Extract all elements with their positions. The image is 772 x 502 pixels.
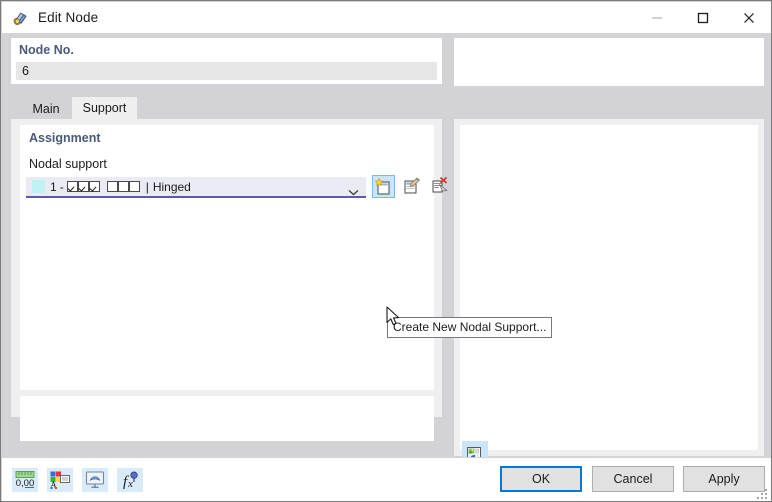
minimize-button[interactable] [634, 2, 680, 33]
support-number: 1 [50, 179, 57, 194]
dialog-body: Node No. Main Support Assignment Nodal s… [2, 33, 771, 467]
support-tab-panel: Assignment Nodal support 1 - | Hinged Cr… [11, 119, 553, 441]
view-settings-button[interactable] [82, 468, 108, 492]
ok-button[interactable]: OK [500, 466, 582, 492]
support-dof-translation [66, 181, 100, 192]
delete-nodal-support-button[interactable] [428, 175, 451, 198]
tab-main-label: Main [32, 102, 60, 116]
close-icon [744, 12, 754, 23]
tab-support-label: Support [82, 101, 127, 115]
checkbox-phiz [128, 181, 140, 192]
new-document-star-icon [375, 178, 390, 195]
cancel-button[interactable]: Cancel [592, 466, 674, 492]
checkbox-phix [106, 181, 118, 192]
delete-document-x-icon [432, 176, 448, 193]
window-controls [634, 2, 771, 33]
node-no-group: Node No. [11, 38, 442, 84]
right-top-panel [454, 38, 764, 86]
support-dof-rotation [106, 181, 140, 192]
node-no-input[interactable] [16, 62, 437, 80]
nodal-support-selected-value: 1 - | Hinged [50, 180, 191, 194]
create-new-nodal-support-button[interactable] [372, 175, 395, 198]
dialog-footer: 0,00 A f x OK Cancel Apply [2, 457, 771, 501]
tooltip-create-new-nodal-support: Create New Nodal Support... [387, 317, 553, 338]
resize-grip[interactable] [757, 489, 769, 501]
display-properties-icon: A [50, 471, 70, 490]
title-bar: Edit Node [2, 2, 771, 33]
node-icon [11, 9, 29, 27]
maximize-icon [697, 12, 709, 23]
support-separator: - [59, 179, 64, 194]
chevron-down-icon[interactable] [348, 183, 359, 201]
view-settings-icon [85, 471, 105, 488]
assignment-group: Assignment Nodal support 1 - | Hinged Cr… [20, 125, 553, 390]
preview-canvas [460, 125, 758, 450]
formula-editor-icon: f x [123, 471, 138, 490]
formula-editor-button[interactable]: f x [117, 468, 143, 492]
svg-text:x: x [127, 478, 133, 490]
decimal-places-icon: 0,00 [15, 471, 35, 489]
assignment-title: Assignment [29, 131, 101, 145]
edit-document-pencil-icon [404, 177, 420, 194]
maximize-button[interactable] [680, 2, 726, 33]
edit-nodal-support-button[interactable] [400, 175, 423, 198]
decimal-places-button[interactable]: 0,00 [12, 468, 38, 492]
checkbox-phiy [117, 181, 129, 192]
apply-button[interactable]: Apply [683, 466, 765, 492]
tab-main[interactable]: Main [20, 99, 72, 119]
minimize-icon [652, 17, 662, 18]
display-properties-button[interactable]: A [47, 468, 73, 492]
nodal-support-combobox[interactable]: 1 - | Hinged [26, 177, 366, 198]
node-no-label: Node No. [19, 43, 74, 57]
edit-node-dialog: Edit Node Node No. 6 Main Support Assign… [0, 0, 772, 502]
window-title: Edit Node [38, 10, 99, 25]
checkbox-ux [66, 181, 78, 192]
support-divider: | [145, 179, 149, 194]
checkbox-uz [88, 181, 100, 192]
close-button[interactable] [726, 2, 771, 33]
support-name: Hinged [152, 179, 191, 194]
preview-panel [454, 119, 764, 467]
nodal-support-label: Nodal support [29, 157, 107, 171]
tab-strip: Main Support [11, 97, 442, 119]
left-lower-panel [20, 396, 434, 441]
support-color-swatch [32, 180, 45, 193]
checkbox-uy [77, 181, 89, 192]
tab-support[interactable]: Support [72, 97, 137, 119]
